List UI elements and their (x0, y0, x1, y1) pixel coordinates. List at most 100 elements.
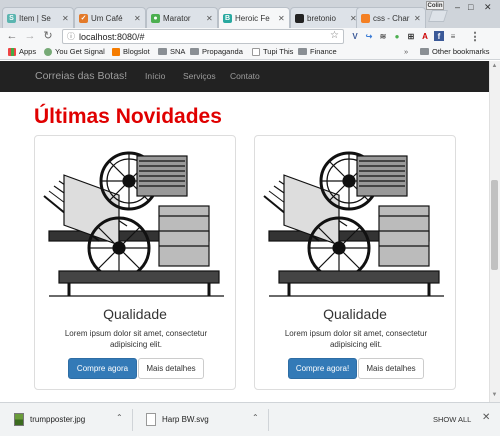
address-text: localhost:8080/# (79, 31, 145, 42)
bookmark-label: You Get Signal (55, 47, 105, 56)
bookmark-label: Apps (19, 47, 37, 56)
new-tab-button[interactable] (428, 10, 448, 22)
folder-icon (298, 48, 307, 55)
browser-window: S Item | Se ✕ ✓ Um Café ✕ ● Marator ✕ B … (0, 0, 500, 436)
profile-button[interactable]: Colin (426, 1, 444, 10)
bookmark-label: Tupi This (263, 47, 294, 56)
download-item[interactable]: Harp BW.svg (146, 413, 209, 426)
back-icon[interactable]: ← (6, 29, 18, 43)
bookmark-label: SNA (170, 47, 186, 56)
buy-now-button[interactable]: Compre agora (68, 358, 137, 379)
bookmark-propaganda[interactable]: Propaganda (190, 47, 243, 56)
close-window-icon[interactable]: ✕ (484, 2, 492, 13)
tab-title: Um Café (91, 13, 123, 23)
bookmark-label: Finance (310, 47, 337, 56)
stackoverflow-icon (361, 13, 370, 23)
tab-item[interactable]: ✓ Um Café ✕ (74, 7, 146, 28)
scroll-up-arrow-icon[interactable]: ▲ (491, 63, 498, 71)
close-downloads-bar-icon[interactable]: ✕ (482, 412, 490, 423)
bookmark-tupi-this[interactable]: Tupi This (252, 47, 293, 56)
browser-toolbar: ← → ↻ ⓘ localhost:8080/# ☆ V ↪ ≋ ● ⊞ A f… (0, 28, 500, 45)
page-icon (252, 47, 260, 56)
buy-now-button[interactable]: Compre agora! (288, 358, 357, 379)
chevron-up-icon[interactable]: ⌃ (252, 413, 259, 422)
apps-icon (8, 47, 16, 56)
extension-stack-icon[interactable]: ≡ (448, 31, 458, 41)
bookmark-label: Propaganda (202, 47, 243, 56)
extension-wifi-icon[interactable]: ≋ (378, 31, 388, 41)
more-details-button[interactable]: Mais detalhes (138, 358, 204, 379)
download-item[interactable]: trumpposter.jpg (14, 413, 85, 426)
tab-title: Item | Se (19, 13, 51, 23)
printing-press-image (43, 151, 224, 297)
close-tab-icon[interactable]: ✕ (134, 14, 141, 23)
forward-icon[interactable]: → (24, 29, 36, 43)
tab-item[interactable]: S Item | Se ✕ (2, 7, 74, 28)
signal-icon (44, 47, 52, 56)
extension-v-icon[interactable]: V (350, 31, 360, 41)
site-brand[interactable]: Correias das Botas! (35, 70, 127, 82)
tab-item[interactable]: ● Marator ✕ (146, 7, 218, 28)
tab-strip: S Item | Se ✕ ✓ Um Café ✕ ● Marator ✕ B … (0, 0, 500, 28)
chevron-up-icon[interactable]: ⌃ (116, 413, 123, 422)
page-info-icon[interactable]: ⓘ (67, 31, 75, 42)
more-details-button[interactable]: Mais detalhes (358, 358, 424, 379)
github-icon (295, 13, 304, 23)
folder-icon (158, 48, 167, 55)
maximize-icon[interactable]: □ (468, 2, 473, 12)
close-tab-icon[interactable]: ✕ (206, 14, 213, 23)
product-card: Qualidade Lorem ipsum dolor sit amet, co… (34, 135, 236, 390)
bookmark-star-icon[interactable]: ☆ (330, 30, 339, 41)
tab-title: Heroic Fe (235, 13, 270, 23)
bookmark-label: Other bookmarks (432, 47, 490, 56)
page-viewport: Correias das Botas! Início Serviços Cont… (0, 61, 489, 402)
scroll-down-arrow-icon[interactable]: ▼ (491, 392, 498, 400)
menu-icon[interactable]: ⋮ (470, 31, 481, 43)
extension-grid-icon[interactable]: ⊞ (406, 31, 416, 41)
site-navbar: Correias das Botas! Início Serviços Cont… (0, 61, 489, 92)
close-tab-icon[interactable]: ✕ (414, 14, 421, 23)
tab-title: css - Char (373, 13, 410, 23)
minimize-icon[interactable]: – (455, 2, 460, 12)
tab-item-active[interactable]: B Heroic Fe ✕ (218, 7, 290, 28)
divider (132, 409, 133, 431)
other-bookmarks[interactable]: Other bookmarks (420, 47, 490, 56)
tab-favicon: ● (151, 13, 160, 23)
extension-arrow-icon[interactable]: ↪ (364, 31, 374, 41)
tab-item[interactable]: bretonio ✕ (290, 7, 362, 28)
page-title: Últimas Novidades (34, 105, 222, 128)
tab-favicon: B (223, 13, 232, 23)
bookmark-blogslot[interactable]: Blogslot (112, 47, 150, 56)
product-card: Qualidade Lorem ipsum dolor sit amet, co… (254, 135, 456, 390)
card-text: Lorem ipsum dolor sit amet, consectetur … (284, 329, 428, 349)
card-title: Qualidade (103, 306, 167, 322)
bookmarks-bar: Apps You Get Signal Blogslot SNA Propaga… (0, 45, 500, 60)
nav-link-inicio[interactable]: Início (145, 71, 165, 81)
close-tab-icon[interactable]: ✕ (62, 14, 69, 23)
download-filename: Harp BW.svg (162, 415, 209, 424)
bookmark-label: Blogslot (123, 47, 150, 56)
facebook-icon[interactable]: f (434, 31, 444, 41)
tab-item[interactable]: css - Char ✕ (356, 7, 426, 28)
extension-green-icon[interactable]: ● (392, 31, 402, 41)
divider (268, 409, 269, 431)
tab-favicon: ✓ (79, 13, 88, 23)
nav-link-servicos[interactable]: Serviços (183, 71, 216, 81)
bookmark-you-get-signal[interactable]: You Get Signal (44, 47, 105, 56)
downloads-bar: trumpposter.jpg ⌃ Harp BW.svg ⌃ SHOW ALL… (0, 402, 500, 436)
bookmarks-overflow-chevron[interactable]: » (404, 47, 408, 56)
bookmark-finance[interactable]: Finance (298, 47, 337, 56)
bookmark-apps[interactable]: Apps (8, 47, 36, 56)
image-file-icon (14, 413, 24, 426)
scrollbar-thumb[interactable] (491, 180, 498, 270)
tab-title: Marator (163, 13, 191, 23)
show-all-downloads-link[interactable]: SHOW ALL (433, 415, 471, 424)
tab-title: bretonio (307, 13, 336, 23)
bookmark-sna[interactable]: SNA (158, 47, 185, 56)
adobe-acrobat-icon[interactable]: A (420, 31, 430, 41)
reload-icon[interactable]: ↻ (42, 29, 54, 43)
address-bar[interactable]: ⓘ localhost:8080/# ☆ (62, 29, 344, 44)
nav-link-contato[interactable]: Contato (230, 71, 260, 81)
close-tab-icon[interactable]: ✕ (278, 14, 285, 23)
tab-favicon: S (7, 13, 16, 23)
